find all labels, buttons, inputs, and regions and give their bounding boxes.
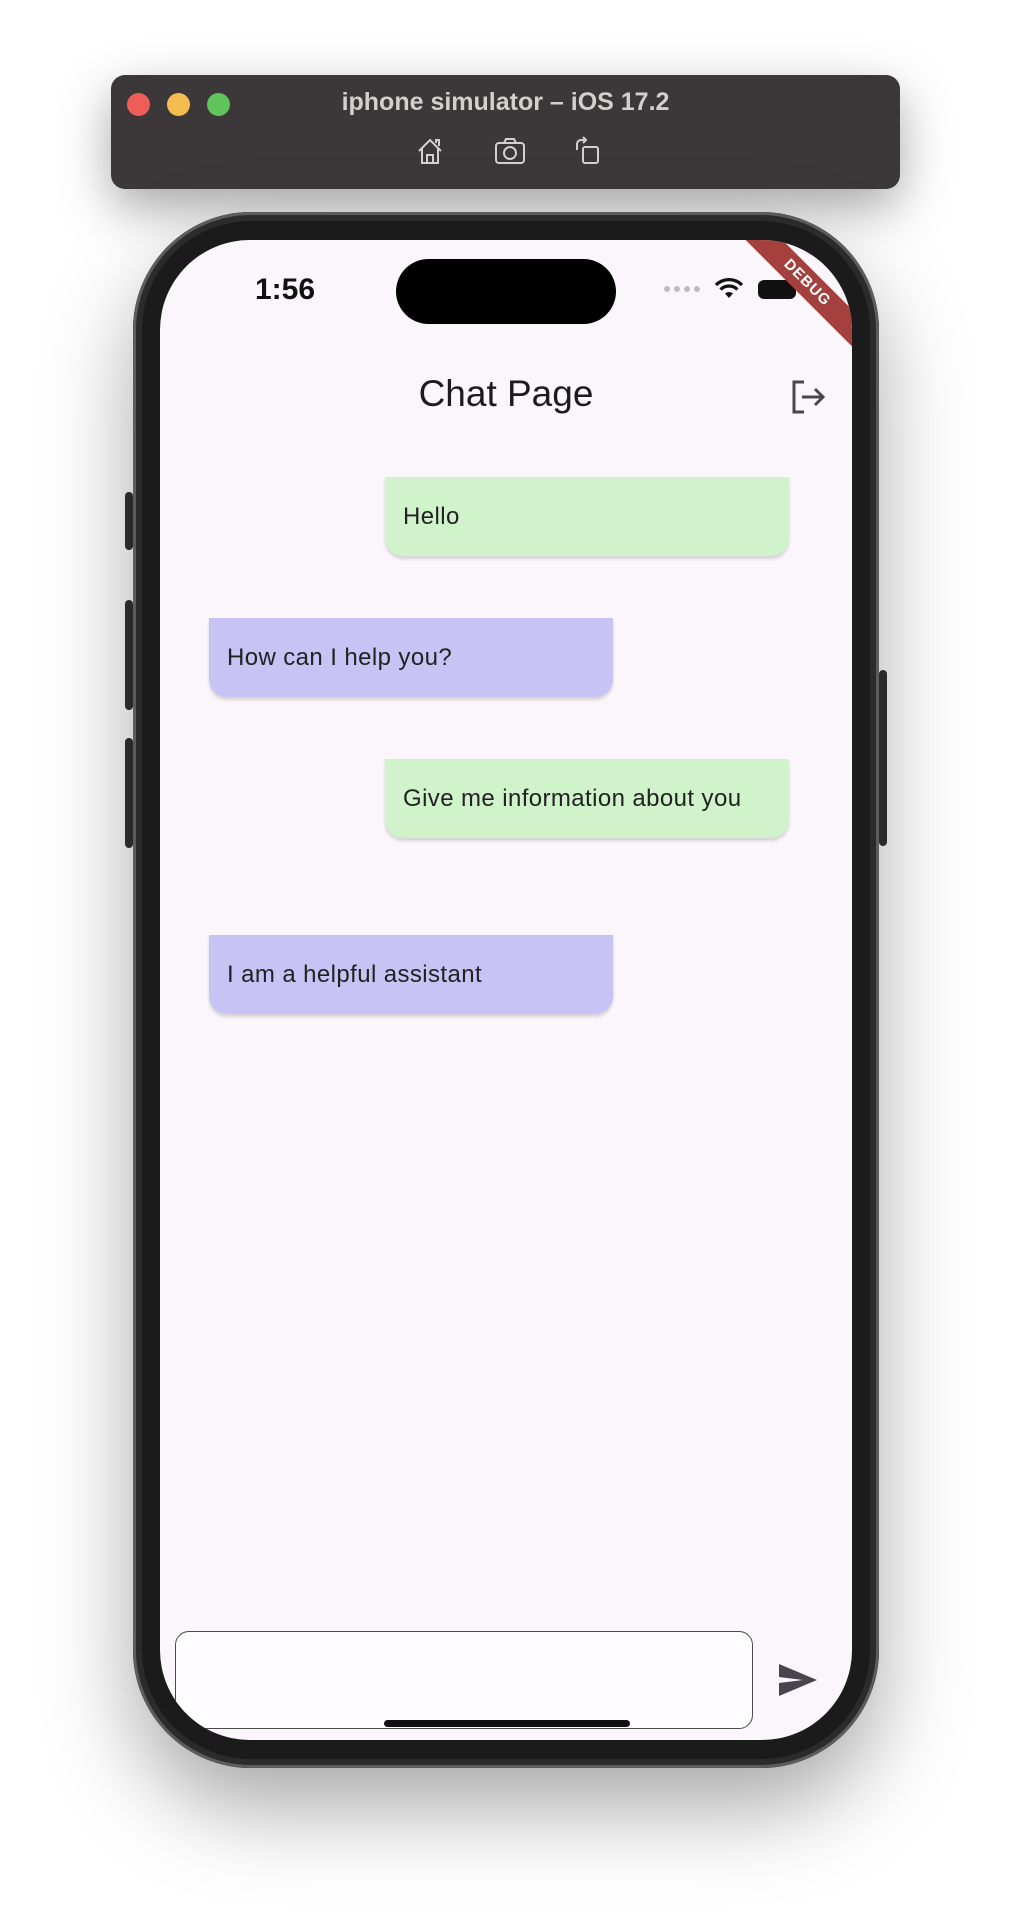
- phone-screen: 1:56 DEBUG Chat Page Hello How can I hel…: [160, 240, 852, 1740]
- message-bubble-user: Hello: [385, 477, 789, 556]
- message-bubble-user: Give me information about you: [385, 759, 789, 838]
- message-bubble-bot: How can I help you?: [209, 618, 613, 697]
- home-indicator: [384, 1720, 630, 1727]
- status-time: 1:56: [255, 273, 316, 306]
- device-volume-down: [125, 738, 133, 848]
- home-icon: [418, 138, 442, 164]
- simulator-window: iphone simulator – iOS 17.2: [111, 75, 900, 189]
- message-bubble-bot: I am a helpful assistant: [209, 935, 613, 1014]
- screenshot-button[interactable]: [492, 134, 528, 168]
- logout-button[interactable]: [784, 373, 832, 421]
- page-title: Chat Page: [418, 373, 594, 414]
- simulator-toolbar: [111, 134, 900, 168]
- message-input[interactable]: [175, 1631, 753, 1729]
- device-action-button: [125, 492, 133, 550]
- camera-icon: [495, 138, 525, 164]
- simulator-title: iphone simulator – iOS 17.2: [341, 88, 670, 116]
- logout-icon: [792, 380, 826, 414]
- send-icon: [779, 1664, 817, 1696]
- home-button[interactable]: [412, 134, 448, 168]
- device-power-button: [879, 670, 887, 846]
- wifi-icon: [714, 278, 744, 298]
- dynamic-island: [396, 259, 616, 324]
- device-volume-up: [125, 600, 133, 710]
- status-icons: [664, 278, 801, 300]
- rotate-button[interactable]: [570, 134, 606, 168]
- signal-icon: [664, 286, 700, 292]
- send-button[interactable]: [773, 1655, 823, 1705]
- rotate-icon: [576, 136, 599, 164]
